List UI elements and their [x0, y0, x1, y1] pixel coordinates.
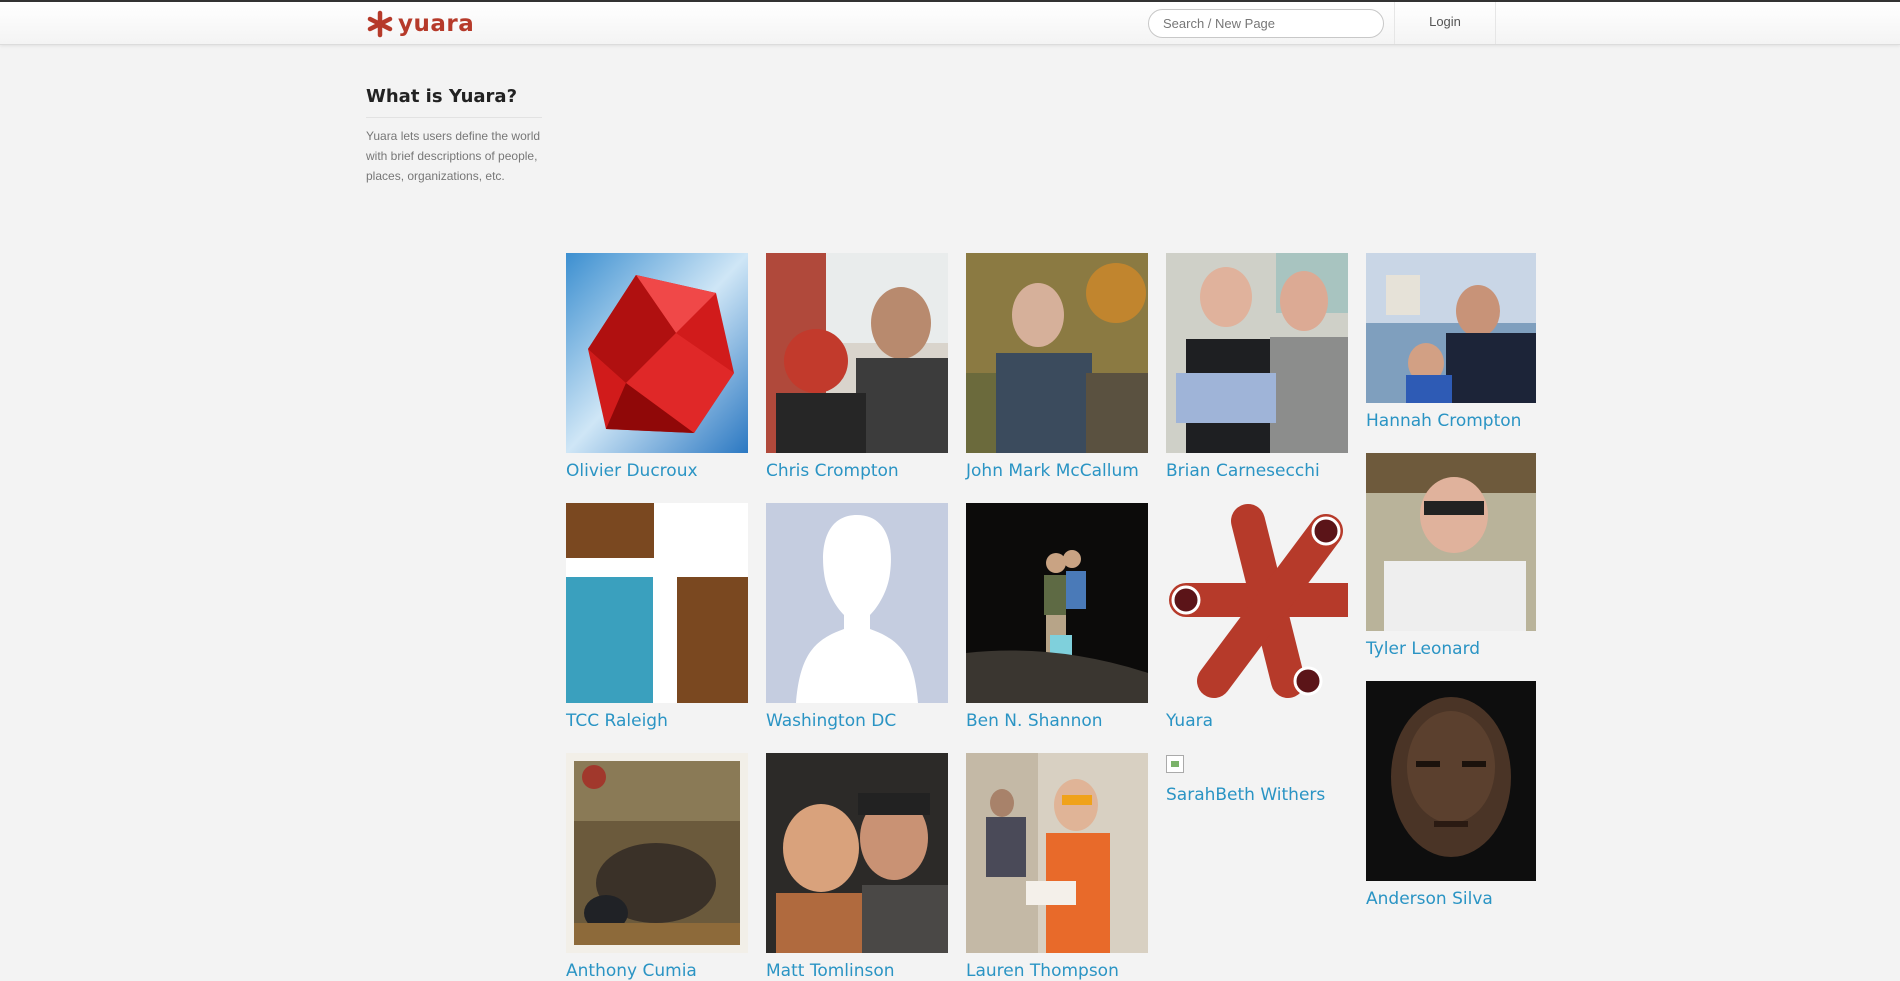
person-name-link[interactable]: Matt Tomlinson [766, 961, 948, 981]
search-input[interactable] [1148, 9, 1384, 38]
person-card: Anderson Silva [1366, 681, 1536, 909]
person-photo[interactable] [1366, 253, 1536, 403]
person-name-link[interactable]: Brian Carnesecchi [1166, 461, 1348, 481]
person-name-link[interactable]: Washington DC [766, 711, 948, 731]
login-container: Login [1394, 2, 1496, 44]
person-card: Hannah Crompton [1366, 253, 1536, 431]
person-card: Olivier Ducroux [566, 253, 748, 481]
person-photo[interactable] [766, 753, 948, 953]
person-photo[interactable] [1166, 253, 1348, 453]
person-card: Chris Crompton [766, 253, 948, 481]
person-photo[interactable] [966, 253, 1148, 453]
person-photo[interactable] [966, 753, 1148, 953]
about-section: What is Yuara? Yuara lets users define t… [366, 86, 542, 186]
logo-text: yuara [398, 11, 475, 37]
person-name-link[interactable]: Chris Crompton [766, 461, 948, 481]
person-card: Lauren Thompson [966, 753, 1148, 981]
person-card: SarahBeth Withers [1166, 755, 1348, 805]
person-name-link[interactable]: TCC Raleigh [566, 711, 748, 731]
person-name-link[interactable]: Yuara [1166, 711, 1348, 731]
about-title-emphasis: Yuara? [448, 86, 518, 107]
person-photo[interactable] [1366, 681, 1536, 881]
divider [366, 117, 542, 118]
person-name-link[interactable]: Anthony Cumia [566, 961, 748, 981]
broken-image-icon[interactable] [1166, 755, 1184, 773]
person-card: Matt Tomlinson [766, 753, 948, 981]
login-link[interactable]: Login [1395, 2, 1495, 42]
person-card: TCC Raleigh [566, 503, 748, 731]
yuara-logo[interactable]: yuara [366, 10, 474, 38]
person-card: John Mark McCallum [966, 253, 1148, 481]
person-name-link[interactable]: Olivier Ducroux [566, 461, 748, 481]
default-silhouette-image[interactable] [766, 503, 948, 703]
person-name-link[interactable]: Anderson Silva [1366, 889, 1536, 909]
person-name-link[interactable]: Ben N. Shannon [966, 711, 1148, 731]
person-card: Yuara [1166, 503, 1348, 731]
person-card: Ben N. Shannon [966, 503, 1148, 731]
person-photo[interactable] [766, 253, 948, 453]
top-navigation-bar: yuara Login [0, 0, 1900, 45]
person-photo[interactable] [1366, 453, 1536, 631]
about-title: What is Yuara? [366, 86, 542, 107]
person-name-link[interactable]: Lauren Thompson [966, 961, 1148, 981]
ruby-gem-logo-image[interactable] [566, 253, 748, 453]
person-name-link[interactable]: SarahBeth Withers [1166, 785, 1348, 805]
person-photo[interactable] [566, 753, 748, 953]
person-card: Tyler Leonard [1366, 453, 1536, 659]
person-name-link[interactable]: Hannah Crompton [1366, 411, 1536, 431]
person-card: Anthony Cumia [566, 753, 748, 981]
person-photo[interactable] [966, 503, 1148, 703]
person-name-link[interactable]: Tyler Leonard [1366, 639, 1536, 659]
about-title-prefix: What is [366, 86, 443, 107]
person-card: Washington DC [766, 503, 948, 731]
yuara-asterisk-icon [367, 10, 393, 38]
person-name-link[interactable]: John Mark McCallum [966, 461, 1148, 481]
tcc-logo-image[interactable] [566, 503, 748, 703]
yuara-asterisk-logo-image[interactable] [1166, 503, 1348, 703]
person-card: Brian Carnesecchi [1166, 253, 1348, 481]
about-description: Yuara lets users define the world with b… [366, 129, 541, 183]
